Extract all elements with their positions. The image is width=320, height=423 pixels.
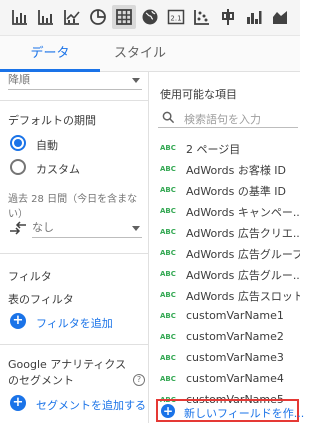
- field-label: AdWords 広告スロット: [186, 290, 300, 303]
- panel-tabs: データ スタイル: [0, 36, 300, 72]
- field-item[interactable]: ABC AdWords お客様 ID: [150, 159, 300, 180]
- field-item[interactable]: ABC customVarName3: [150, 348, 300, 369]
- comparison-range-value: なし: [32, 221, 54, 234]
- combo-chart-icon[interactable]: [60, 5, 84, 29]
- divider: [0, 344, 148, 345]
- field-label: AdWords キャンペー...: [186, 206, 300, 219]
- add-field-icon[interactable]: +: [161, 404, 175, 418]
- ga-segment-heading: Google アナリティクスのセグメント: [8, 358, 127, 387]
- chevron-down-icon: [132, 226, 140, 231]
- tab-data[interactable]: データ: [0, 36, 100, 72]
- field-label: customVarName4: [186, 372, 284, 385]
- scorecard-icon[interactable]: 2.1: [164, 5, 188, 29]
- field-label: 2 ページ目: [186, 143, 241, 156]
- bullet-chart-icon[interactable]: [242, 5, 266, 29]
- text-type-icon: ABC: [160, 312, 176, 320]
- chart-type-toolbar: 2.1: [0, 0, 300, 36]
- radio-custom[interactable]: [10, 159, 26, 175]
- field-label: customVarName3: [186, 351, 284, 364]
- field-label: AdWords の基準 ID: [186, 185, 287, 198]
- text-type-icon: ABC: [160, 165, 176, 173]
- add-segment-icon[interactable]: +: [10, 395, 26, 411]
- field-label: AdWords 広告グループ: [186, 248, 300, 261]
- date-range-note: 過去 28 日間（今日を含まない）: [8, 194, 138, 220]
- text-type-icon: ABC: [160, 186, 176, 194]
- field-item[interactable]: ABC AdWords 広告グルー...: [150, 264, 300, 285]
- text-type-icon: ABC: [160, 333, 176, 341]
- divider: [0, 253, 148, 254]
- field-label: AdWords 広告クリエ...: [186, 227, 300, 240]
- add-segment-link[interactable]: セグメントを追加する: [36, 397, 146, 413]
- line-chart-icon[interactable]: [34, 5, 58, 29]
- search-placeholder: 検索語句を入力: [184, 113, 261, 126]
- available-fields-panel: 使用可能な項目 検索語句を入力 ABC 2 ページ目 ABC AdWords お客様…: [150, 72, 300, 423]
- text-type-icon: ABC: [160, 270, 176, 278]
- field-label: AdWords お客様 ID: [186, 164, 287, 177]
- text-type-icon: ABC: [160, 228, 176, 236]
- pie-chart-icon[interactable]: [86, 5, 110, 29]
- bar-chart-icon[interactable]: [8, 5, 32, 29]
- text-type-icon: ABC: [160, 144, 176, 152]
- data-settings-panel: 降順 デフォルトの期間 自動 カスタム 過去 28 日間（今日を含まない） なし…: [0, 72, 149, 423]
- scatter-chart-icon[interactable]: [190, 5, 214, 29]
- field-item[interactable]: ABC customVarName2: [150, 327, 300, 348]
- search-icon: [162, 111, 175, 124]
- field-item[interactable]: ABC AdWords 広告スロット: [150, 285, 300, 306]
- tab-style[interactable]: スタイル: [100, 36, 180, 72]
- text-type-icon: ABC: [160, 375, 176, 383]
- add-filter-link[interactable]: フィルタを追加: [36, 315, 113, 331]
- comparison-range-select[interactable]: なし: [32, 220, 142, 238]
- comparison-icon: [8, 220, 28, 236]
- field-item[interactable]: ABC AdWords の基準 ID: [150, 180, 300, 201]
- chevron-down-icon: [132, 78, 140, 83]
- radio-auto[interactable]: [10, 135, 26, 151]
- table-icon[interactable]: [112, 5, 136, 29]
- field-search-input[interactable]: 検索語句を入力: [158, 108, 298, 128]
- pivot-table-icon[interactable]: [216, 5, 240, 29]
- filter-heading: フィルタ: [8, 270, 52, 283]
- add-filter-icon[interactable]: +: [10, 313, 26, 329]
- field-label: AdWords 広告グルー...: [186, 269, 300, 282]
- table-filter-label: 表のフィルタ: [8, 293, 74, 306]
- geo-map-icon[interactable]: [138, 5, 162, 29]
- field-label: customVarName1: [186, 309, 284, 322]
- field-item[interactable]: ABC 2 ページ目: [150, 138, 300, 159]
- field-item[interactable]: ABC customVarName1: [150, 306, 300, 327]
- field-item[interactable]: ABC AdWords 広告クリエ...: [150, 222, 300, 243]
- help-icon[interactable]: ?: [133, 374, 145, 386]
- area-chart-icon[interactable]: [268, 5, 292, 29]
- default-date-range-heading: デフォルトの期間: [8, 114, 96, 127]
- radio-custom-label: カスタム: [36, 163, 80, 176]
- radio-auto-label: 自動: [36, 139, 58, 152]
- text-type-icon: ABC: [160, 249, 176, 257]
- text-type-icon: ABC: [160, 291, 176, 299]
- sort-order-select[interactable]: 降順: [8, 72, 142, 90]
- available-fields-heading: 使用可能な項目: [160, 88, 237, 101]
- text-type-icon: ABC: [160, 207, 176, 215]
- text-type-icon: ABC: [160, 354, 176, 362]
- svg-text:2.1: 2.1: [170, 15, 181, 23]
- field-item[interactable]: ABC customVarName4: [150, 369, 300, 390]
- divider: [0, 100, 148, 101]
- field-item[interactable]: ABC AdWords キャンペー...: [150, 201, 300, 222]
- field-label: customVarName2: [186, 330, 284, 343]
- create-new-field-button[interactable]: 新しいフィールドを作...: [184, 405, 304, 421]
- field-item[interactable]: ABC AdWords 広告グループ: [150, 243, 300, 264]
- sort-order-value: 降順: [8, 73, 30, 86]
